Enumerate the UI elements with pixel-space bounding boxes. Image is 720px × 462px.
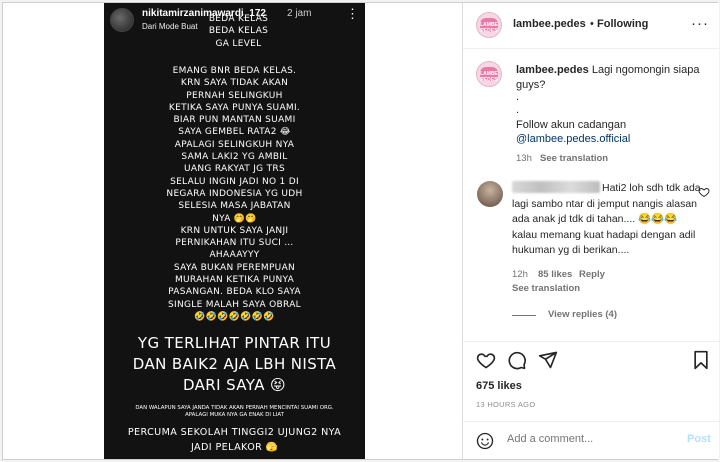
comment-see-translation[interactable]: See translation <box>512 283 580 294</box>
add-comment-bar: Post <box>463 421 720 459</box>
view-replies-button[interactable]: View replies (4) <box>548 309 617 320</box>
instagram-post-window: nikitamirzanimawardi_172 2 jam Dari Mode… <box>2 2 720 460</box>
story-line: SAMA LAKI2 YG AMBIL <box>181 152 288 163</box>
avatar-text: LAMBE PEDES <box>480 22 498 34</box>
backup-account-link[interactable]: @lambee.pedes.official <box>516 133 630 145</box>
story-line: DARI SAYA 😝 <box>182 376 287 394</box>
comment-text: Hati2 loh sdh tdk ada lagi sambo ntar di… <box>512 182 701 256</box>
post-timestamp: 13 HOURS AGO <box>476 400 536 409</box>
story-line: SAYA GEMBEL RATA2 😂 <box>178 127 291 138</box>
media-panel: nikitamirzanimawardi_172 2 jam Dari Mode… <box>3 3 462 459</box>
separator-dot: • <box>590 18 594 30</box>
account-username[interactable]: lambee.pedes <box>513 18 586 30</box>
caption-dot: . <box>516 91 520 103</box>
story-line: UANG RAKYAT JG TRS <box>184 164 285 175</box>
story-line: SINGLE MALAH SAYA OBRAL <box>168 299 301 310</box>
story-block-1: BEDA KELAS BEDA KELAS GA LEVEL <box>116 13 361 50</box>
story-line: DAN BAIK2 AJA LBH NISTA <box>132 355 337 373</box>
comment-like-heart-icon[interactable] <box>698 186 710 198</box>
story-block-4: DAN WALAPUN SAYA JANDA TIDAK AKAN PERNAH… <box>112 405 357 419</box>
more-options-icon[interactable]: ··· <box>691 15 709 32</box>
story-line: MURAHAN KETIKA PUNYA <box>174 275 295 286</box>
story-line: EMANG BNR BEDA KELAS. <box>172 66 297 76</box>
story-screenshot: nikitamirzanimawardi_172 2 jam Dari Mode… <box>104 3 365 459</box>
view-replies-divider <box>512 315 536 316</box>
caption: lambee.pedes Lagi ngomongin siapa guys? <box>516 63 719 93</box>
story-line: SELESIA MASA JABATAN <box>178 201 291 212</box>
story-block-2: EMANG BNR BEDA KELAS. KRN SAYA TIDAK AKA… <box>112 65 357 323</box>
caption-avatar[interactable]: LAMBE PEDES <box>476 61 502 87</box>
story-line: PERNAH SELINGKUH <box>186 90 283 101</box>
caption-dot: . <box>516 104 520 116</box>
story-line: 🤣🤣🤣🤣🤣🤣🤣 <box>194 311 275 322</box>
caption-see-translation[interactable]: See translation <box>540 153 608 164</box>
story-line: SELALU INGIN JADI NO 1 DI <box>170 176 299 187</box>
story-line: NEGARA INDONESIA YG UDH <box>166 188 303 199</box>
story-line: YG TERLIHAT PINTAR ITU <box>137 334 332 352</box>
save-bookmark-icon[interactable] <box>691 350 711 370</box>
story-line: NYA 🤭🤭 <box>212 213 257 224</box>
caption-time[interactable]: 13h <box>516 153 532 164</box>
story-line: GA LEVEL <box>215 38 262 49</box>
story-line: PERNIKAHAN ITU SUCI … <box>175 238 294 249</box>
comment-time[interactable]: 12h <box>512 269 528 280</box>
story-line: KRN UNTUK SAYA JANJI <box>180 225 289 236</box>
story-line: BEDA KELAS <box>208 14 269 24</box>
account-avatar[interactable]: LAMBE PEDES <box>476 12 502 38</box>
like-count[interactable]: 675 likes <box>476 380 522 392</box>
comment-reply-button[interactable]: Reply <box>579 269 605 280</box>
story-line: APALAGI SELINGKUH NYA <box>174 139 295 150</box>
avatar-text: LAMBE PEDES <box>480 71 498 83</box>
share-send-icon[interactable] <box>538 350 558 370</box>
like-heart-icon[interactable] <box>476 350 496 370</box>
story-line: PASANGAN. BEDA KLO SAYA <box>168 287 301 298</box>
story-line: SAYA BUKAN PEREMPUAN <box>173 262 296 273</box>
add-comment-input[interactable] <box>507 433 677 445</box>
story-line: APALAGI MUKA NYA GA ENAK DI LIAT <box>185 412 284 418</box>
emoji-icon[interactable] <box>476 432 494 450</box>
caption-username[interactable]: lambee.pedes <box>516 64 589 76</box>
story-line: BIAR PUN MANTAN SUAMI <box>173 115 296 126</box>
comment-bubble-icon[interactable] <box>507 350 527 370</box>
story-line: KRN SAYA TIDAK AKAN <box>180 78 289 89</box>
action-bar <box>463 341 720 377</box>
story-line: JADI PELAKOR 🫣 <box>190 442 279 453</box>
post-comment-button[interactable]: Post <box>687 433 711 445</box>
comment-likes[interactable]: 85 likes <box>538 269 572 280</box>
story-line: DAN WALAPUN SAYA JANDA TIDAK AKAN PERNAH… <box>135 405 334 411</box>
story-line: AHAAAYYY <box>209 250 260 261</box>
caption-follow-text: Follow akun cadangan <box>516 119 627 131</box>
commenter-avatar[interactable] <box>477 181 503 207</box>
story-block-3: YG TERLIHAT PINTAR ITU DAN BAIK2 AJA LBH… <box>112 333 357 396</box>
story-line: PERCUMA SEKOLAH TINGGI2 UJUNG2 NYA <box>127 427 342 438</box>
post-header: LAMBE PEDES lambee.pedes • Following ··· <box>463 3 720 49</box>
story-block-5: PERCUMA SEKOLAH TINGGI2 UJUNG2 NYA JADI … <box>112 425 357 455</box>
story-line: BEDA KELAS <box>208 26 269 37</box>
following-button[interactable]: Following <box>597 18 648 30</box>
post-sidebar: LAMBE PEDES lambee.pedes • Following ···… <box>462 3 720 459</box>
story-line: KETIKA SAYA PUNYA SUAMI. <box>168 102 301 113</box>
